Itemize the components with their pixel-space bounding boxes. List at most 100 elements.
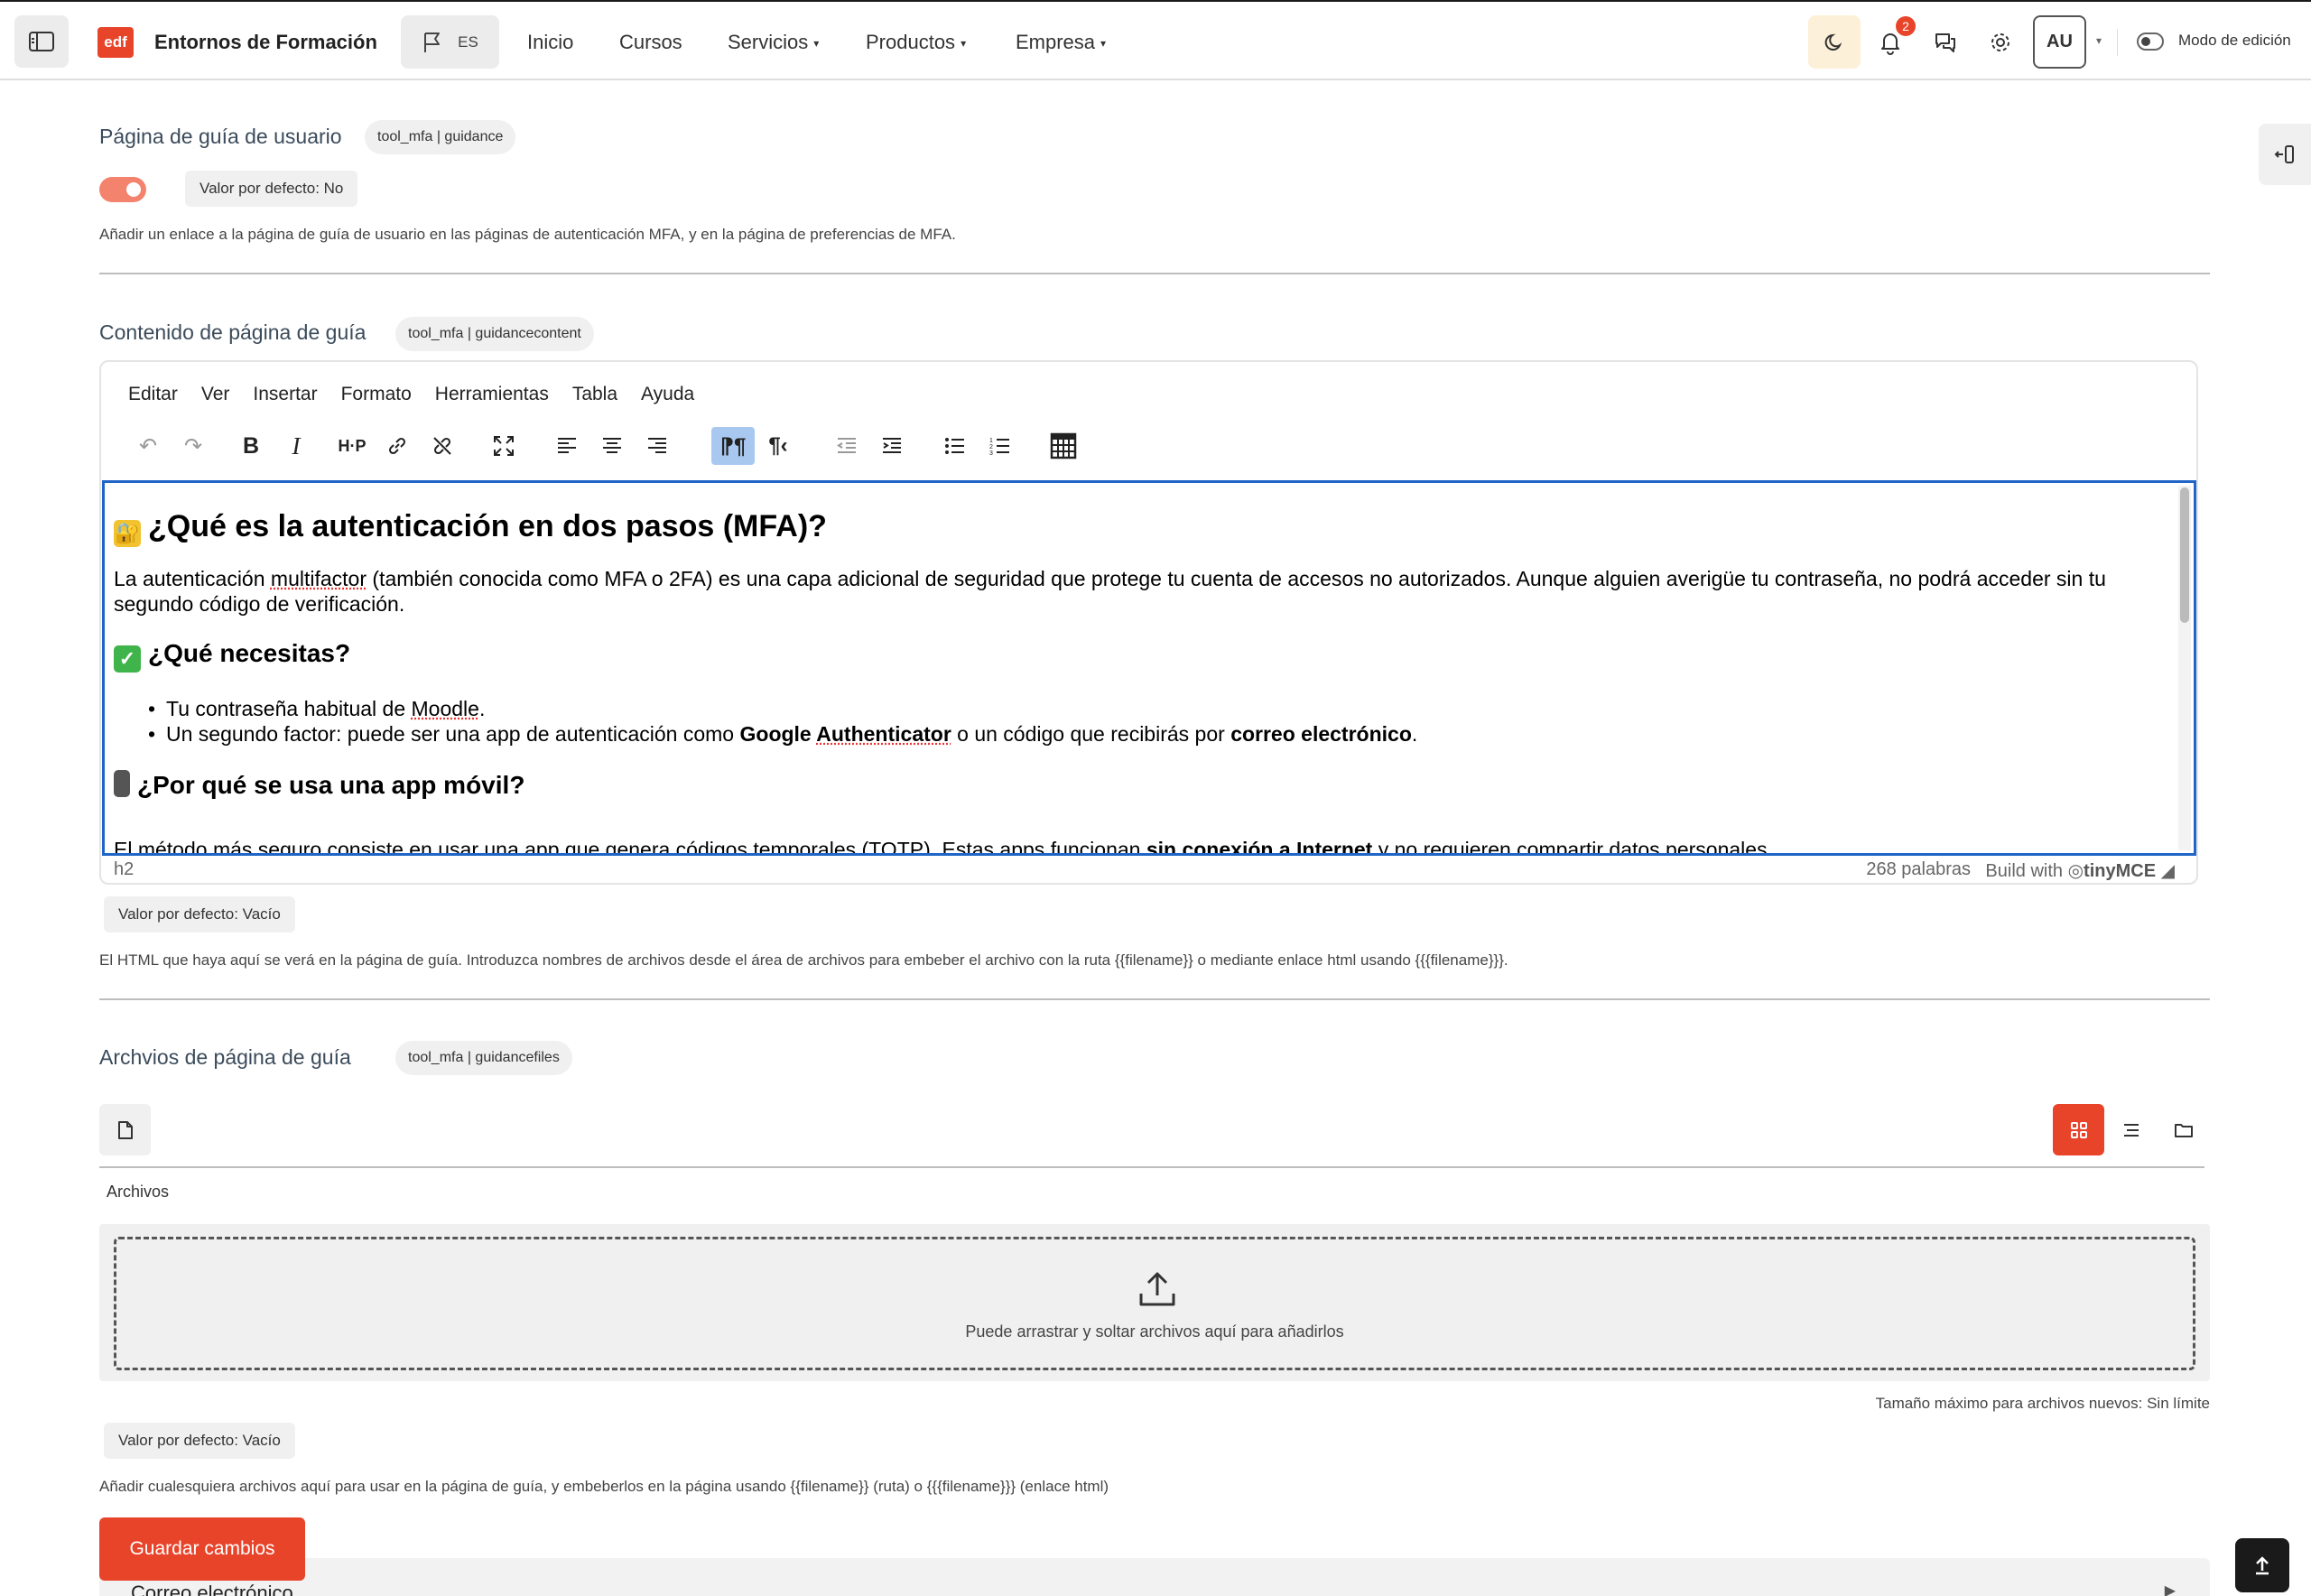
files-default-value: Valor por defecto: Vacío (104, 1423, 295, 1459)
nav-link-label: Inicio (527, 31, 574, 53)
menu-tabla[interactable]: Tabla (572, 375, 617, 414)
indent-icon (883, 438, 901, 453)
max-file-size: Tamaño máximo para archivos nuevos: Sin … (1875, 1395, 2210, 1412)
ltr-button[interactable]: ⁋¶ (711, 427, 755, 465)
bold-button[interactable]: B (229, 427, 273, 465)
bullet-list-icon (945, 438, 964, 454)
numbered-list-icon: 123 (989, 438, 1009, 456)
block-drawer-toggle-button[interactable] (2259, 124, 2311, 185)
bold-icon: B (242, 432, 260, 459)
guidance-content-tag: tool_mfa | guidancecontent (395, 317, 594, 351)
chevron-right-icon: ▶ (2164, 1583, 2176, 1596)
section-title: Correo electrónico (131, 1582, 293, 1596)
paragraph-text: (también conocida como MFA o 2FA) es una… (114, 567, 2106, 616)
brand-name[interactable]: Entornos de Formación (154, 27, 377, 58)
nav-link-inicio[interactable]: Inicio (527, 27, 573, 58)
menu-insertar[interactable]: Insertar (253, 375, 317, 414)
word-count[interactable]: 268 palabras (1866, 859, 1971, 880)
lock-icon: 🔐 (114, 520, 141, 547)
caret-down-icon: ▾ (813, 37, 820, 51)
link-button[interactable] (376, 427, 419, 465)
content-description: El HTML que haya aquí se verá en la pági… (99, 951, 1508, 969)
nav-link-servicios[interactable]: Servicios ▾ (728, 27, 819, 59)
svg-text:1: 1 (989, 438, 993, 444)
moon-icon (1824, 33, 1842, 51)
settings-button[interactable] (1974, 15, 2027, 69)
guidance-files-tag: tool_mfa | guidancefiles (395, 1041, 572, 1075)
divider (99, 1166, 2204, 1168)
menu-ver[interactable]: Ver (201, 375, 230, 414)
drawer-toggle-button[interactable] (14, 15, 69, 68)
files-description: Añadir cualesquiera archivos aquí para u… (99, 1478, 1109, 1495)
grid-view-button[interactable] (2053, 1104, 2104, 1155)
scrollbar-thumb[interactable] (2180, 487, 2189, 623)
list-text: . (1411, 722, 1418, 746)
drop-zone[interactable]: Puede arrastrar y soltar archivos aquí p… (114, 1237, 2195, 1370)
dark-mode-button[interactable] (1808, 15, 1861, 69)
files-path-label[interactable]: Archivos (107, 1183, 169, 1202)
menu-herramientas[interactable]: Herramientas (435, 375, 549, 414)
element-path[interactable]: h2 (114, 859, 134, 880)
divider (2117, 29, 2118, 56)
bold-text: Google (739, 722, 817, 746)
edit-mode-switch[interactable] (2137, 32, 2164, 51)
align-center-icon (603, 438, 621, 453)
tree-view-button[interactable] (2158, 1104, 2209, 1155)
rich-text-editor: Editar Ver Insertar Formato Herramientas… (99, 360, 2198, 885)
file-drop-area[interactable]: Puede arrastrar y soltar archivos aquí p… (99, 1224, 2210, 1381)
menu-ayuda[interactable]: Ayuda (641, 375, 694, 414)
indent-button[interactable] (870, 427, 914, 465)
numbered-list-button[interactable]: 123 (979, 427, 1022, 465)
redo-button[interactable]: ↷ (172, 427, 215, 465)
outdent-button[interactable] (825, 427, 868, 465)
editor-scrollbar[interactable] (2178, 486, 2191, 850)
phone-icon (114, 770, 130, 797)
content-paragraph: El método más seguro consiste en usar un… (114, 837, 2154, 856)
nav-link-label: Productos (866, 31, 956, 53)
fullscreen-button[interactable] (482, 427, 525, 465)
editor-content-area[interactable]: 🔐 ¿Qué es la autenticación en dos pasos (… (102, 480, 2196, 856)
add-file-button[interactable] (99, 1104, 151, 1155)
back-to-top-button[interactable] (2235, 1538, 2289, 1592)
nav-link-productos[interactable]: Productos ▾ (866, 27, 966, 59)
user-avatar-button[interactable]: AU (2033, 15, 2086, 69)
menu-formato[interactable]: Formato (341, 375, 412, 414)
h5p-icon: H·P (338, 436, 367, 455)
editor-statusbar: h2 268 palabras Build with ◎tinyMCE ◢ (101, 856, 2196, 885)
nav-link-cursos[interactable]: Cursos (619, 27, 682, 58)
unlink-button[interactable] (421, 427, 464, 465)
svg-text:3: 3 (989, 450, 993, 456)
unlink-icon (433, 437, 451, 455)
align-right-button[interactable] (636, 427, 679, 465)
list-view-button[interactable] (2105, 1104, 2157, 1155)
content-subheading: ✓ ¿Qué necesitas? (114, 636, 350, 673)
align-center-button[interactable] (590, 427, 634, 465)
table-button[interactable] (1042, 427, 1085, 465)
misspelled-word: Moodle (411, 697, 479, 720)
content-heading: 🔐 ¿Qué es la autenticación en dos pasos (… (114, 506, 827, 547)
h5p-button[interactable]: H·P (330, 427, 374, 465)
align-left-button[interactable] (545, 427, 589, 465)
list-item: Tu contraseña habitual de Moodle. (148, 696, 485, 721)
edit-mode-label: Modo de edición (2178, 32, 2291, 49)
rtl-button[interactable]: ¶‹ (756, 427, 800, 465)
undo-icon: ↶ (138, 433, 158, 459)
italic-button[interactable]: I (274, 427, 318, 465)
brand-logo[interactable]: edf (97, 27, 134, 58)
guidance-toggle-switch[interactable] (99, 177, 146, 202)
content-paragraph: La autenticación multifactor (también co… (114, 566, 2154, 617)
messages-button[interactable] (1919, 15, 1972, 69)
table-icon (1050, 432, 1077, 459)
bullet-list-button[interactable] (933, 427, 977, 465)
collapsed-section-email[interactable]: Correo electrónico ▶ (99, 1558, 2210, 1596)
undo-button[interactable]: ↶ (126, 427, 170, 465)
language-button[interactable]: ES (401, 15, 499, 69)
save-changes-button[interactable]: Guardar cambios (99, 1517, 305, 1581)
resize-handle-icon[interactable]: ◢ (2161, 861, 2175, 881)
caret-down-icon[interactable]: ▾ (2096, 34, 2102, 47)
paragraph-text: y no requieren compartir datos personale… (1372, 838, 1773, 856)
file-icon (117, 1120, 133, 1139)
tinymce-branding[interactable]: Build with ◎tinyMCE ◢ (1985, 859, 2175, 882)
nav-link-empresa[interactable]: Empresa ▾ (1016, 27, 1106, 59)
menu-editar[interactable]: Editar (128, 375, 178, 414)
